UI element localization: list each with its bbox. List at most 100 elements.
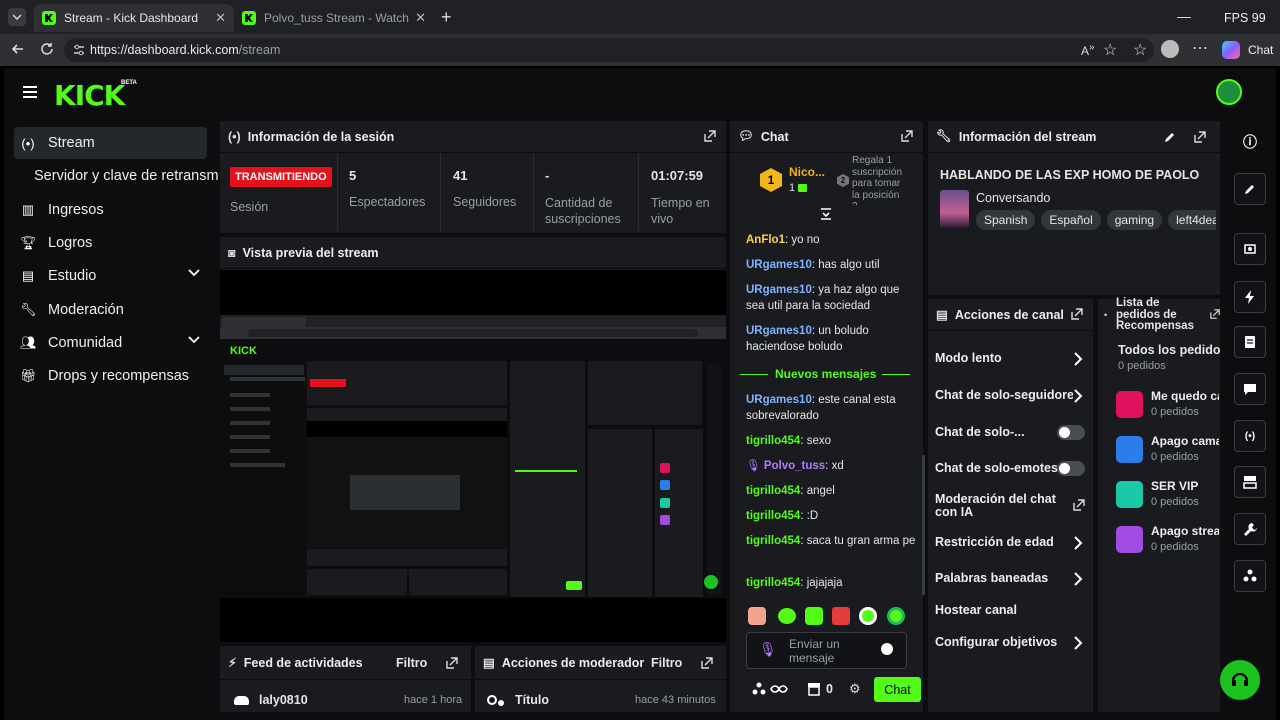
chat-username[interactable]: tigrillo454	[746, 485, 800, 497]
tag[interactable]: Español	[1041, 210, 1101, 230]
minimize-icon[interactable]: —	[1177, 8, 1191, 24]
favorite-star-icon[interactable]: ☆	[1103, 40, 1117, 60]
tag[interactable]: Spanish	[976, 210, 1036, 230]
external-link-icon[interactable]	[1073, 499, 1085, 511]
chevron-right-icon[interactable]	[1073, 352, 1083, 366]
emote-icon[interactable]	[805, 607, 823, 625]
action-slow-mode[interactable]: Modo lento	[935, 351, 1085, 365]
help-support-button[interactable]	[1220, 660, 1260, 700]
chat-username[interactable]: URgames10	[746, 325, 812, 337]
stream-category[interactable]: Conversando	[976, 191, 1050, 205]
popout-icon[interactable]	[1071, 308, 1083, 320]
sidebar-item-stream-key[interactable]: Servidor y clave de retransmisión	[14, 160, 219, 192]
action-age-restriction[interactable]: Restricción de edad	[935, 535, 1085, 549]
mod-filter-button[interactable]: Filtro	[651, 656, 682, 670]
emotes-only-toggle[interactable]	[1057, 461, 1085, 476]
close-icon[interactable]: ✕	[215, 10, 226, 26]
copilot-chat-button[interactable]: Chat	[1248, 43, 1273, 57]
wrench-icon[interactable]	[1234, 513, 1266, 545]
chevron-right-icon[interactable]	[1073, 636, 1083, 650]
chat-username[interactable]: URgames10	[746, 284, 812, 296]
action-host-channel[interactable]: Hostear canal	[935, 603, 1085, 617]
emote-icon[interactable]	[748, 607, 766, 625]
chevron-right-icon[interactable]	[1073, 572, 1083, 586]
reward-item[interactable]: Apago cama 0 pedidos	[1116, 434, 1219, 468]
popout-icon[interactable]	[1194, 131, 1206, 143]
activity-filter-button[interactable]: Filtro	[396, 656, 427, 670]
chat-username[interactable]: tigrillo454	[746, 510, 800, 522]
settings-gear-icon[interactable]: ⚙	[849, 681, 861, 697]
profile-avatar[interactable]	[1161, 40, 1179, 58]
reward-item[interactable]: Apago stream 0 pedidos	[1116, 524, 1219, 558]
action-followers-only[interactable]: Chat de solo-seguidores	[935, 388, 1073, 402]
sidebar-item-ingresos[interactable]: ▥ Ingresos	[14, 194, 207, 226]
popout-icon[interactable]	[901, 130, 913, 142]
new-tab-icon[interactable]: +	[441, 7, 452, 28]
chat-scrollbar[interactable]	[922, 455, 925, 595]
browser-tab-stream[interactable]: Polvo_tuss Stream - Watch Live on Kick ✕	[234, 4, 434, 32]
popout-icon[interactable]	[701, 657, 713, 669]
send-chat-button[interactable]: Chat	[874, 677, 921, 702]
tab-list-button[interactable]	[8, 8, 26, 26]
category-thumbnail[interactable]	[940, 190, 969, 228]
more-options-icon[interactable]: ⋯	[1192, 38, 1208, 58]
broadcast-icon[interactable]: (•)	[1234, 420, 1266, 452]
hamburger-menu-icon[interactable]	[22, 86, 38, 98]
favorites-icon[interactable]: ☆	[1133, 40, 1147, 60]
site-info-icon[interactable]	[72, 43, 86, 57]
edit-icon[interactable]	[1164, 131, 1176, 143]
emote-icon[interactable]	[832, 607, 850, 625]
edit-icon[interactable]	[1234, 173, 1266, 205]
chat-username[interactable]: tigrillo454	[746, 577, 800, 589]
chat-username[interactable]: AnFlo1	[746, 234, 785, 246]
collapse-icon[interactable]	[820, 208, 832, 220]
user-avatar[interactable]	[1216, 79, 1242, 105]
address-bar[interactable]: https://dashboard.kick.com/stream	[64, 38, 1154, 62]
chat-username[interactable]: URgames10	[746, 394, 812, 406]
emote-icon[interactable]	[887, 607, 905, 625]
emote-icon[interactable]	[778, 608, 796, 624]
close-icon[interactable]: ✕	[415, 10, 426, 26]
emote-icon[interactable]	[859, 607, 877, 625]
kick-logo[interactable]: KICK	[54, 79, 125, 112]
reload-icon[interactable]	[39, 41, 55, 57]
layout-icon[interactable]	[1234, 466, 1266, 498]
emoji-picker-icon[interactable]	[881, 643, 893, 655]
copilot-icon[interactable]	[1222, 41, 1240, 59]
bolt-icon[interactable]	[1234, 281, 1266, 313]
tag[interactable]: gaming	[1106, 210, 1163, 230]
browser-tab-dashboard[interactable]: Stream - Kick Dashboard ✕	[34, 4, 234, 32]
drops-icon[interactable]	[752, 682, 788, 696]
chevron-right-icon[interactable]	[1073, 536, 1083, 550]
action-banned-words[interactable]: Palabras baneadas	[935, 571, 1085, 585]
sidebar-item-estudio[interactable]: ▤ Estudio	[14, 260, 207, 292]
sidebar-item-stream[interactable]: (•) Stream	[14, 127, 207, 159]
all-requests-label[interactable]: Todos los pedidos	[1118, 343, 1220, 357]
camera-icon[interactable]	[1234, 233, 1266, 265]
back-icon[interactable]	[10, 41, 26, 57]
top-gifter-name[interactable]: Nico...	[789, 165, 825, 179]
action-ai-moderation[interactable]: Moderación del chat con IA	[935, 493, 1065, 519]
popout-icon[interactable]	[1210, 309, 1220, 319]
action-set-goals[interactable]: Configurar objetivos	[935, 635, 1085, 649]
popout-icon[interactable]	[446, 657, 458, 669]
drops-icon[interactable]	[1234, 560, 1266, 592]
chat-username[interactable]: tigrillo454	[746, 535, 800, 547]
sidebar-item-logros[interactable]: 🏆︎ Logros	[14, 227, 207, 259]
chat-username[interactable]: tigrillo454	[746, 435, 800, 447]
sidebar-item-comunidad[interactable]: 👥︎ Comunidad	[14, 327, 207, 359]
reward-item[interactable]: Me quedo callado 0 pedidos	[1116, 389, 1219, 423]
chevron-right-icon[interactable]	[1073, 389, 1083, 403]
popout-icon[interactable]	[704, 130, 716, 142]
tag[interactable]: left4dead	[1168, 210, 1216, 230]
subs-only-toggle[interactable]	[1057, 425, 1085, 440]
store-icon[interactable]	[807, 682, 821, 696]
chat-icon[interactable]	[1234, 373, 1266, 405]
reward-item[interactable]: SER VIP 0 pedidos	[1116, 479, 1216, 513]
sidebar-item-moderacion[interactable]: 🔧︎ Moderación	[14, 294, 207, 326]
chat-username[interactable]: Polvo_tuss	[764, 460, 825, 472]
read-aloud-icon[interactable]: A»	[1081, 42, 1095, 58]
sidebar-item-drops[interactable]: 🎁︎ Drops y recompensas	[14, 360, 207, 392]
chat-username[interactable]: URgames10	[746, 259, 812, 271]
info-icon[interactable]: ⓘ	[1236, 128, 1264, 156]
